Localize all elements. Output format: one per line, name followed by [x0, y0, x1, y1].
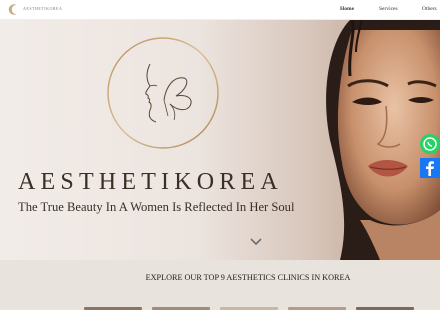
- model-portrait: [326, 20, 440, 260]
- chevron-down-icon[interactable]: [250, 238, 262, 246]
- explore-section: EXPLORE OUR TOP 9 AESTHETICS CLINICS IN …: [0, 260, 440, 310]
- facebook-icon[interactable]: [420, 158, 440, 178]
- crescent-face-emblem: [107, 37, 219, 149]
- logo-icon[interactable]: [8, 3, 20, 16]
- explore-title: EXPLORE OUR TOP 9 AESTHETICS CLINICS IN …: [145, 273, 351, 282]
- nav-others[interactable]: Others: [422, 6, 437, 12]
- hero-subtitle: The True Beauty In A Women Is Reflected …: [18, 200, 295, 214]
- hero-banner: AESTHETIKOREA The True Beauty In A Women…: [0, 20, 440, 260]
- nav-home[interactable]: Home: [340, 6, 354, 12]
- brand-name[interactable]: AESTHETIKOREA: [23, 6, 62, 11]
- top-header: AESTHETIKOREA Home Services Others: [0, 0, 440, 20]
- nav-services[interactable]: Services: [379, 6, 398, 12]
- hero-title: AESTHETIKOREA: [18, 169, 283, 195]
- whatsapp-icon[interactable]: [420, 134, 440, 154]
